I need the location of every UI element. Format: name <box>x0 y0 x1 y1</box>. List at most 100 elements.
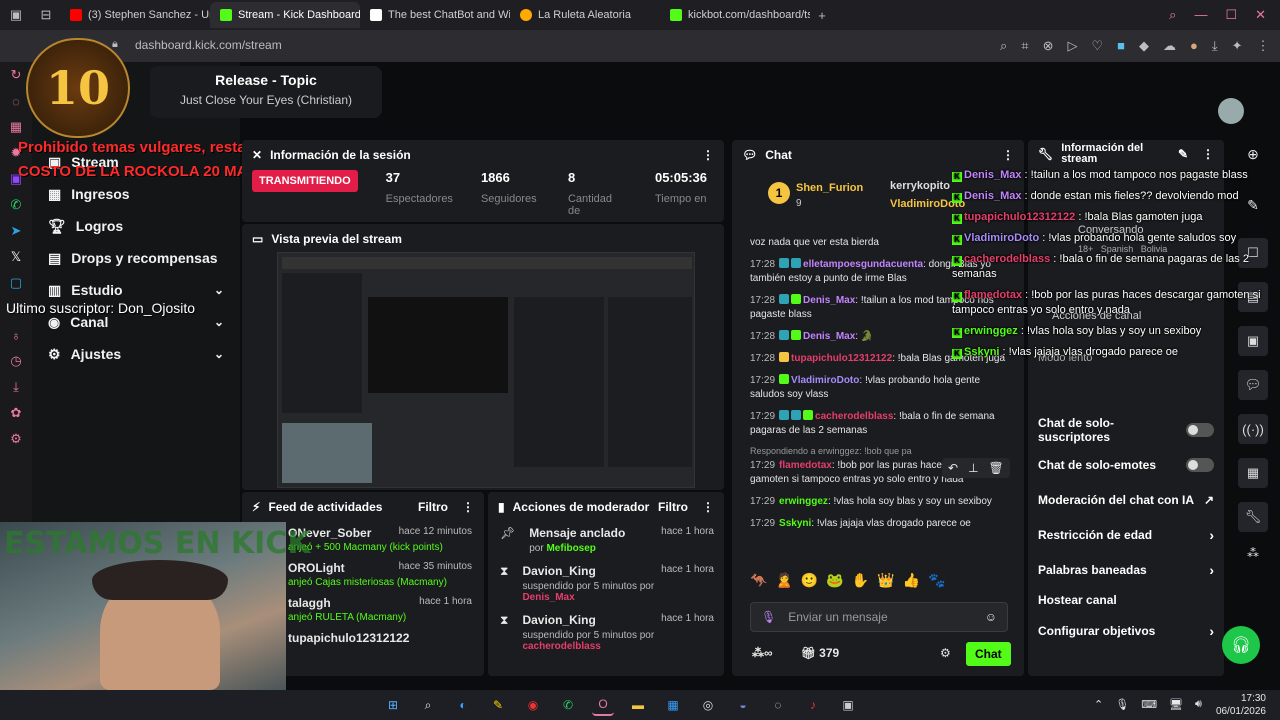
emote-icon[interactable]: 🙎 <box>775 572 792 596</box>
age-restriction-row[interactable]: Restricción de edad › <box>1028 517 1224 552</box>
support-headset-button[interactable]: 🎧︎ <box>1222 626 1260 664</box>
more-icon[interactable]: ⋮ <box>702 500 714 514</box>
tab-strip-icon[interactable]: ⊟ <box>32 7 60 23</box>
close-window-button[interactable]: ✕ <box>1255 7 1266 23</box>
new-tab-button[interactable]: + <box>810 8 834 23</box>
network-icon[interactable]: 🖥︎ <box>1169 698 1183 711</box>
chrome-icon[interactable]: ◉ <box>522 694 544 716</box>
cloud-icon[interactable]: ☁ <box>1163 38 1176 54</box>
edit-icon[interactable]: ✎ <box>1178 147 1188 161</box>
user-avatar[interactable] <box>1218 98 1244 124</box>
store-icon[interactable]: ▦ <box>662 694 684 716</box>
sidebar-item-logros[interactable]: 🏆︎ Logros <box>32 210 240 242</box>
window-menu-icon[interactable]: ▣ <box>0 7 32 23</box>
download-side-icon[interactable]: ⤓ <box>0 374 32 400</box>
crop-icon[interactable]: ⌗ <box>1021 38 1028 54</box>
toggle-emotes-only[interactable]: Chat de solo-emotes <box>1028 447 1224 482</box>
mic-tray-icon[interactable]: 🎙︎ <box>1115 698 1129 711</box>
clock-icon[interactable]: ◷ <box>0 348 32 374</box>
add-icon[interactable]: ⊕ <box>1247 146 1259 163</box>
dots-icon[interactable]: ⁂ <box>1247 546 1259 560</box>
emoji-icon[interactable]: ☺ <box>985 610 997 624</box>
points-icon[interactable]: ⁂∞ <box>752 646 773 660</box>
emote-icon[interactable]: 🙂 <box>801 572 818 596</box>
toggle-switch[interactable] <box>1186 457 1214 472</box>
more-icon[interactable]: ⋮ <box>702 148 714 162</box>
filter-button[interactable]: Filtro <box>658 500 688 514</box>
pin-side-icon[interactable]: ♁ <box>0 322 32 348</box>
puzzle-icon[interactable]: ✿ <box>0 400 32 426</box>
emote-icon[interactable]: 👍 <box>903 572 920 596</box>
edge-icon[interactable]: ◐ <box>452 694 474 716</box>
sidebar-item-drops[interactable]: ▤ Drops y recompensas <box>32 242 240 274</box>
settings-side-icon[interactable]: ⚙ <box>0 426 32 452</box>
extension-blue-icon[interactable]: ■ <box>1117 38 1125 54</box>
notes-icon[interactable]: ✎ <box>487 694 509 716</box>
more-icon[interactable]: ⋮ <box>462 500 474 514</box>
obs-icon[interactable]: ◎ <box>697 694 719 716</box>
tab-ruleta[interactable]: La Ruleta Aleatoria <box>510 2 660 28</box>
more-icon[interactable]: ⋮ <box>1002 148 1014 162</box>
toggle-switch[interactable] <box>1186 422 1214 437</box>
sidebar-item-ingresos[interactable]: ▦ Ingresos <box>32 178 240 210</box>
emote-icon[interactable]: 🐸 <box>826 572 843 596</box>
filter-button[interactable]: Filtro <box>418 500 448 514</box>
chat-settings-icon[interactable]: ⚙ <box>940 646 951 660</box>
emote-icon[interactable]: 👑 <box>877 572 894 596</box>
heart-icon[interactable]: ♡ <box>1092 38 1104 54</box>
search-icon[interactable]: ⌕ <box>1169 7 1176 23</box>
whatsapp-icon[interactable]: ✆ <box>0 192 32 218</box>
points-display[interactable]: 🎁︎ 379 <box>801 646 840 660</box>
wrench-tool-icon[interactable]: 🔧︎ <box>1238 502 1268 532</box>
chat-input[interactable]: 🎙︎ Enviar un mensaje ☺ <box>750 602 1008 632</box>
windows-start-icon[interactable]: ⊞ <box>382 694 404 716</box>
tray-chevron-icon[interactable]: ⌃ <box>1094 698 1103 711</box>
emote-icon[interactable]: ✋ <box>852 572 869 596</box>
play-icon[interactable]: ▷ <box>1068 38 1078 54</box>
minimize-button[interactable]: — <box>1194 7 1207 23</box>
telegram-icon[interactable]: ➤ <box>0 218 32 244</box>
emote-icon[interactable]: 🦘 <box>750 572 767 596</box>
stream-preview-video[interactable] <box>277 252 695 488</box>
app-taskbar-icon[interactable]: ▣ <box>837 694 859 716</box>
ai-icon[interactable]: ✦ <box>1232 38 1243 54</box>
ai-moderation-link[interactable]: Moderación del chat con IA ↗ <box>1028 482 1224 517</box>
app-icon[interactable]: ▢ <box>0 270 32 296</box>
discord-icon[interactable]: ◒ <box>732 694 754 716</box>
steam-icon[interactable]: ◌ <box>767 694 789 716</box>
menu-icon[interactable]: ⋮ <box>1257 38 1270 54</box>
opera-icon[interactable]: O <box>592 694 614 716</box>
host-channel-row[interactable]: Hostear canal <box>1028 587 1224 613</box>
reply-icon[interactable]: ↶ <box>948 461 958 475</box>
chat-send-button[interactable]: Chat <box>966 642 1011 666</box>
grid-icon[interactable]: ▦ <box>0 114 32 140</box>
search-icon[interactable]: ⌕ <box>417 694 439 716</box>
sidebar-item-ajustes[interactable]: ⚙ Ajustes ⌄ <box>32 338 240 370</box>
tab-kickbot[interactable]: kickbot.com/dashboard/ts <box>660 2 810 28</box>
url-field[interactable]: dashboard.kick.com/stream <box>135 38 282 52</box>
tool-button-4[interactable]: 💬︎ <box>1238 370 1268 400</box>
extension-white-icon[interactable]: ◆ <box>1139 38 1149 54</box>
x-icon[interactable]: 𝕏 <box>0 244 32 270</box>
profile-avatar-icon[interactable]: ● <box>1190 38 1198 54</box>
layout-icon[interactable]: ▦ <box>1238 458 1268 488</box>
taskbar-clock[interactable]: 17:30 06/01/2026 <box>1208 690 1266 718</box>
tab-youtube[interactable]: (3) Stephen Sanchez - Unt <box>60 2 210 28</box>
block-icon[interactable]: ⊗ <box>1043 38 1054 54</box>
extension-icon[interactable]: ⌕ <box>1000 38 1007 54</box>
maximize-button[interactable]: ☐ <box>1225 7 1237 23</box>
tab-chatbot[interactable]: The best ChatBot and Wid <box>360 2 510 28</box>
banned-words-row[interactable]: Palabras baneadas › <box>1028 552 1224 587</box>
microphone-icon[interactable]: 🎙︎ <box>761 610 776 624</box>
folder-icon[interactable]: ▬ <box>627 694 649 716</box>
tab-kick-dashboard[interactable]: Stream - Kick Dashboard <box>210 2 360 28</box>
more-icon[interactable]: ⋮ <box>1202 147 1214 161</box>
configure-goals-row[interactable]: Configurar objetivos › <box>1028 613 1224 648</box>
keyboard-icon[interactable]: ⌨ <box>1141 698 1157 711</box>
tiktok-icon[interactable]: ♪ <box>802 694 824 716</box>
broadcast-icon[interactable]: ((·)) <box>1238 414 1268 444</box>
toggle-subscribers-only[interactable]: Chat de solo-suscriptores <box>1028 412 1224 447</box>
delete-icon[interactable]: 🗑︎ <box>989 461 1004 475</box>
volume-icon[interactable]: 🔊︎ <box>1195 698 1202 711</box>
download-icon[interactable]: ⤓ <box>1212 38 1218 54</box>
